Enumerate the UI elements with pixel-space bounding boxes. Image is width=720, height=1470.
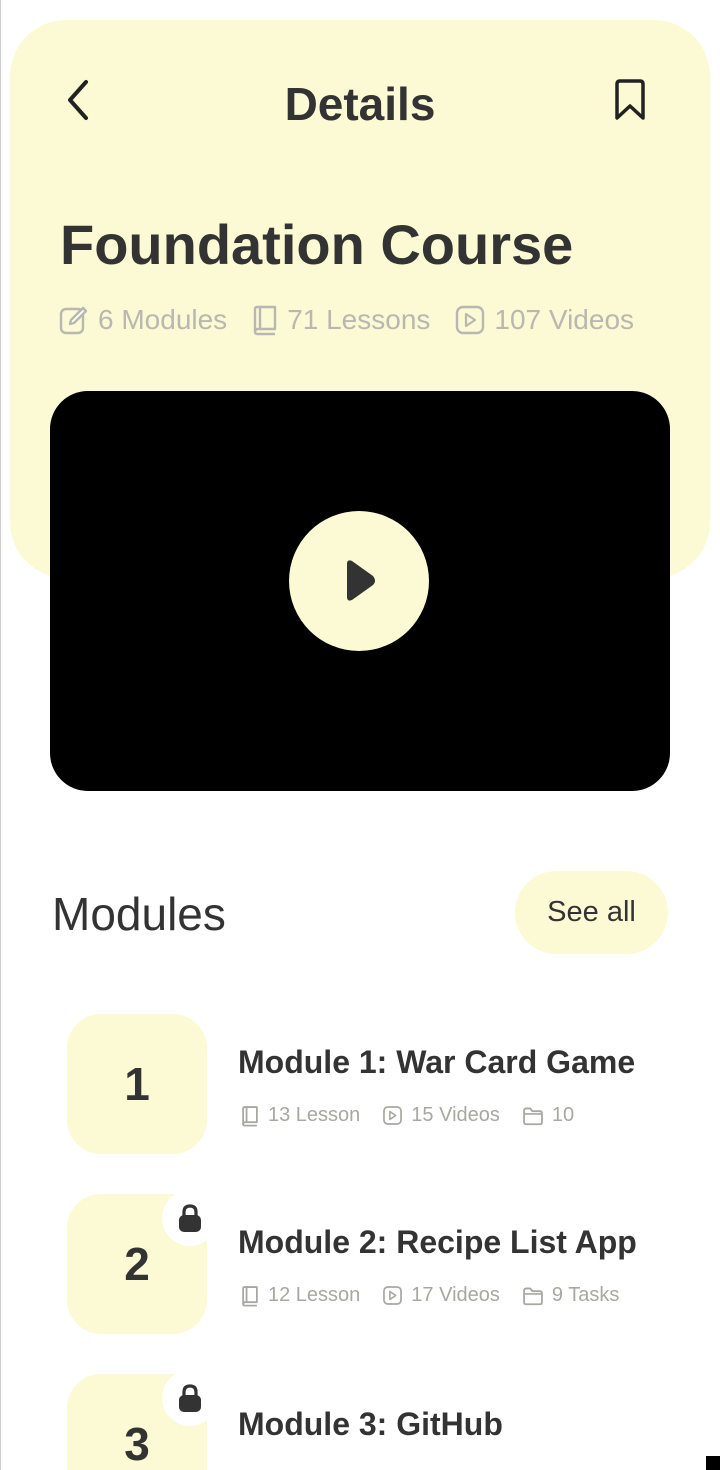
see-all-button[interactable]: See all — [515, 871, 668, 954]
module-item[interactable]: 1 Module 1: War Card Game 13 Lesson 15 V… — [67, 1014, 687, 1154]
play-button[interactable] — [289, 511, 429, 651]
stat-modules: 6 Modules — [58, 304, 227, 336]
video-icon — [456, 305, 485, 335]
module-tasks-label: 9 Tasks — [551, 1284, 620, 1306]
stat-lessons-label: 71 Lessons — [287, 304, 431, 335]
book-icon — [253, 305, 277, 336]
module-tasks: 9 Tasks — [522, 1284, 619, 1307]
video-icon — [383, 1106, 403, 1125]
course-details-screen: Details Foundation Course 6 Modules 71 L… — [0, 0, 720, 1470]
module-videos-label: 15 Videos — [411, 1104, 500, 1126]
module-meta: 12 Lesson 17 Videos 9 Tasks — [240, 1284, 619, 1307]
edit-icon — [59, 306, 88, 335]
module-lessons-label: 12 Lesson — [268, 1284, 361, 1306]
video-icon — [383, 1286, 403, 1305]
module-lessons: 13 Lesson — [240, 1104, 360, 1127]
book-icon — [242, 1105, 258, 1127]
module-item[interactable]: 2 Module 2: Recipe List App 12 Lesson 17… — [67, 1190, 687, 1334]
module-item[interactable]: 3 Module 3: GitHub — [67, 1370, 687, 1470]
back-icon — [68, 80, 88, 120]
module-title: Module 3: GitHub — [238, 1406, 503, 1442]
module-lessons: 12 Lesson — [240, 1284, 360, 1307]
page-title: Details — [284, 78, 436, 130]
course-stats: 6 Modules 71 Lessons 107 Videos — [58, 304, 634, 336]
stat-lessons: 71 Lessons — [251, 304, 430, 336]
back-button[interactable] — [54, 76, 102, 124]
stat-videos: 107 Videos — [454, 304, 634, 336]
module-videos: 15 Videos — [382, 1104, 500, 1127]
bookmark-icon — [615, 79, 645, 120]
modules-heading: Modules — [52, 888, 226, 940]
course-title: Foundation Course — [60, 213, 574, 276]
video-player[interactable] — [50, 391, 670, 791]
module-tasks-label: 10 — [551, 1104, 575, 1126]
module-meta: 13 Lesson 15 Videos 10 — [240, 1104, 574, 1127]
module-tasks: 10 — [522, 1104, 574, 1127]
bookmark-button[interactable] — [606, 76, 654, 124]
module-number: 1 — [67, 1014, 207, 1154]
lock-badge — [162, 1190, 218, 1246]
book-icon — [242, 1285, 258, 1307]
lock-icon — [179, 1204, 201, 1232]
lock-badge — [162, 1370, 218, 1426]
screen-edge — [0, 0, 1, 1470]
scroll-indicator — [706, 1456, 720, 1470]
module-lessons-label: 13 Lesson — [268, 1104, 361, 1126]
stat-modules-label: 6 Modules — [98, 304, 228, 335]
module-videos: 17 Videos — [382, 1284, 500, 1307]
folder-icon — [523, 1107, 543, 1125]
lock-icon — [179, 1384, 201, 1412]
module-title: Module 1: War Card Game — [238, 1044, 636, 1080]
folder-icon — [523, 1287, 543, 1305]
stat-videos-label: 107 Videos — [494, 304, 635, 335]
module-videos-label: 17 Videos — [411, 1284, 500, 1306]
module-title: Module 2: Recipe List App — [238, 1224, 637, 1260]
play-icon — [347, 560, 375, 601]
